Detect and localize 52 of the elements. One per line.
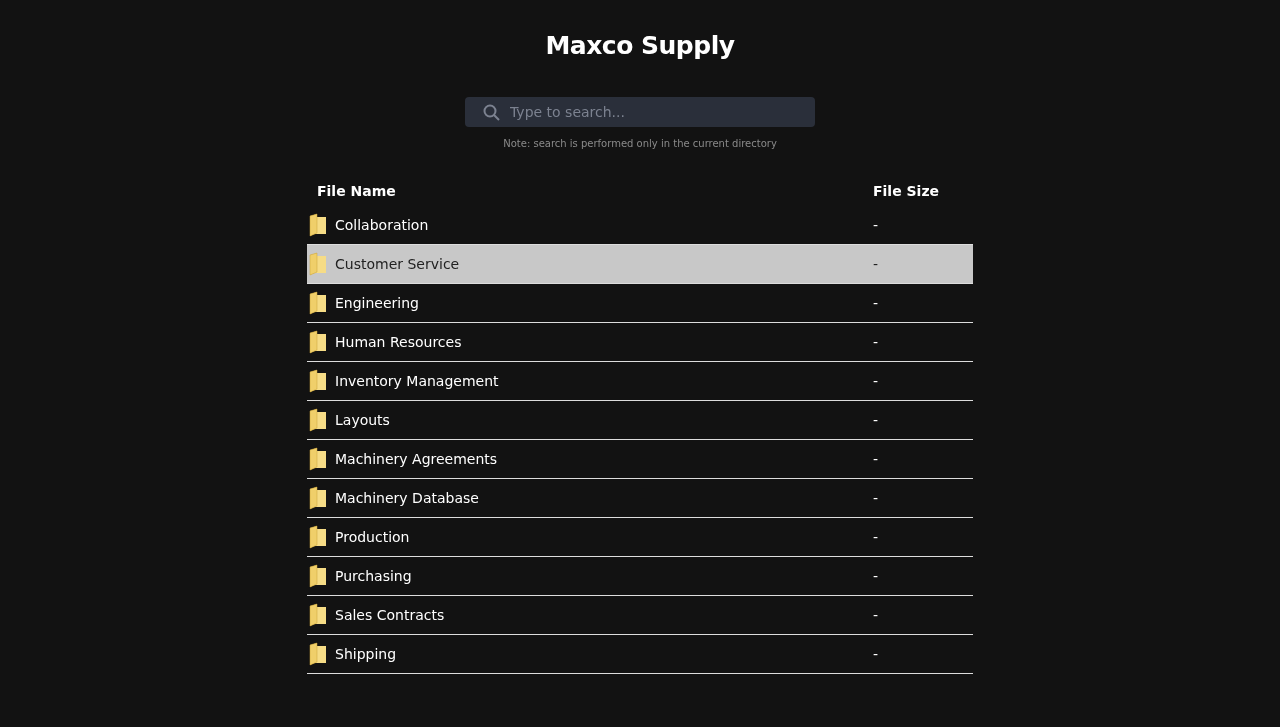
file-size: - [873,490,879,506]
file-size: - [873,646,879,662]
file-size: - [873,217,879,233]
file-size: - [873,568,879,584]
file-row[interactable]: Shipping - [307,634,973,674]
file-name: Human Resources [335,334,462,350]
file-name: Collaboration [335,217,429,233]
search-field[interactable]: Type to search... [465,97,815,127]
file-row[interactable]: Inventory Management - [307,361,973,401]
folder-icon [308,486,328,510]
file-name: Engineering [335,295,419,311]
folder-icon [308,330,328,354]
column-header[interactable]: File Size [873,183,940,199]
file-row[interactable]: Sales Contracts - [307,595,973,635]
file-size: - [873,412,879,428]
column-header[interactable]: File Name [307,183,396,199]
folder-icon [308,213,328,237]
folder-icon [308,564,328,588]
file-size: - [873,451,879,467]
file-name: Inventory Management [335,373,499,389]
file-row[interactable]: Engineering - [307,283,973,323]
folder-icon [308,642,328,666]
folder-icon [308,525,328,549]
file-name: Sales Contracts [335,607,445,623]
page-title: Maxco Supply [545,30,735,62]
folder-icon [308,252,328,276]
search-note: Note: search is performed only in the current directory [503,138,777,149]
file-row[interactable]: Machinery Agreements - [307,439,973,479]
folder-icon [308,447,328,471]
file-size: - [873,373,879,389]
folder-icon [308,603,328,627]
file-size: - [873,256,879,272]
file-name: Customer Service [335,256,460,272]
file-name: Purchasing [335,568,412,584]
file-row[interactable]: Human Resources - [307,322,973,362]
file-name: Layouts [335,412,390,428]
file-name: Machinery Database [335,490,479,506]
file-size: - [873,295,879,311]
folder-icon [308,408,328,432]
file-size: - [873,334,879,350]
file-row[interactable]: Machinery Database - [307,478,973,518]
file-name: Machinery Agreements [335,451,498,467]
file-row[interactable]: Collaboration - [307,206,973,245]
file-size: - [873,607,879,623]
file-name: Shipping [335,646,397,662]
file-name: Production [335,529,410,545]
folder-icon [308,291,328,315]
file-row[interactable]: Production - [307,517,973,557]
file-row[interactable]: Purchasing - [307,556,973,596]
file-row[interactable]: Layouts - [307,400,973,440]
folder-icon [308,369,328,393]
file-size: - [873,529,879,545]
